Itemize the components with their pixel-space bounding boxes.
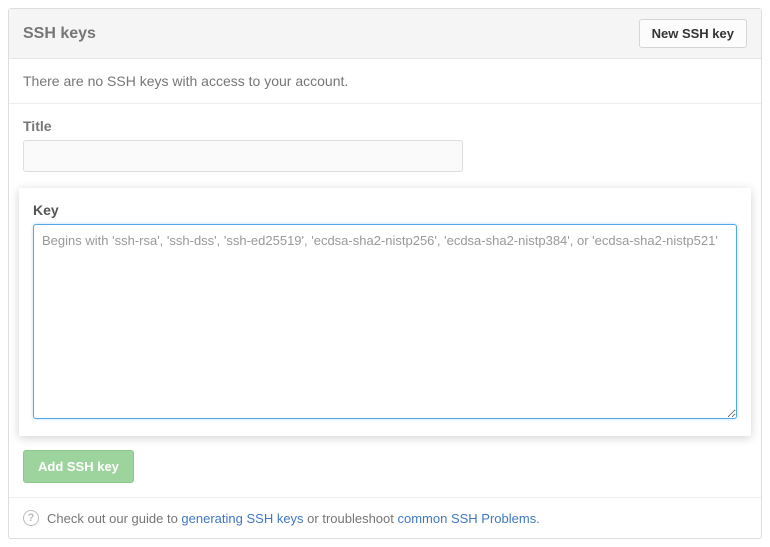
key-textarea[interactable]: [33, 224, 737, 419]
common-problems-link[interactable]: common SSH Problems: [398, 511, 537, 526]
add-ssh-key-button[interactable]: Add SSH key: [23, 450, 134, 483]
ssh-keys-panel: SSH keys New SSH key There are no SSH ke…: [8, 8, 762, 539]
footer-suffix: .: [536, 511, 540, 526]
title-label: Title: [23, 118, 747, 134]
footer-prefix: Check out our guide to: [47, 511, 181, 526]
panel-footer: ? Check out our guide to generating SSH …: [9, 497, 761, 538]
add-key-form: Title Key Add SSH key: [9, 104, 761, 497]
panel-title: SSH keys: [23, 25, 96, 43]
footer-text: Check out our guide to generating SSH ke…: [47, 511, 540, 526]
empty-state-message: There are no SSH keys with access to you…: [9, 59, 761, 104]
key-field-group: Key: [19, 188, 751, 436]
generating-keys-link[interactable]: generating SSH keys: [181, 511, 303, 526]
key-label: Key: [33, 202, 737, 218]
help-icon: ?: [23, 510, 39, 526]
new-ssh-key-button[interactable]: New SSH key: [639, 19, 747, 48]
footer-middle: or troubleshoot: [304, 511, 398, 526]
title-input[interactable]: [23, 140, 463, 172]
panel-header: SSH keys New SSH key: [9, 9, 761, 59]
title-field-group: Title: [23, 118, 747, 172]
